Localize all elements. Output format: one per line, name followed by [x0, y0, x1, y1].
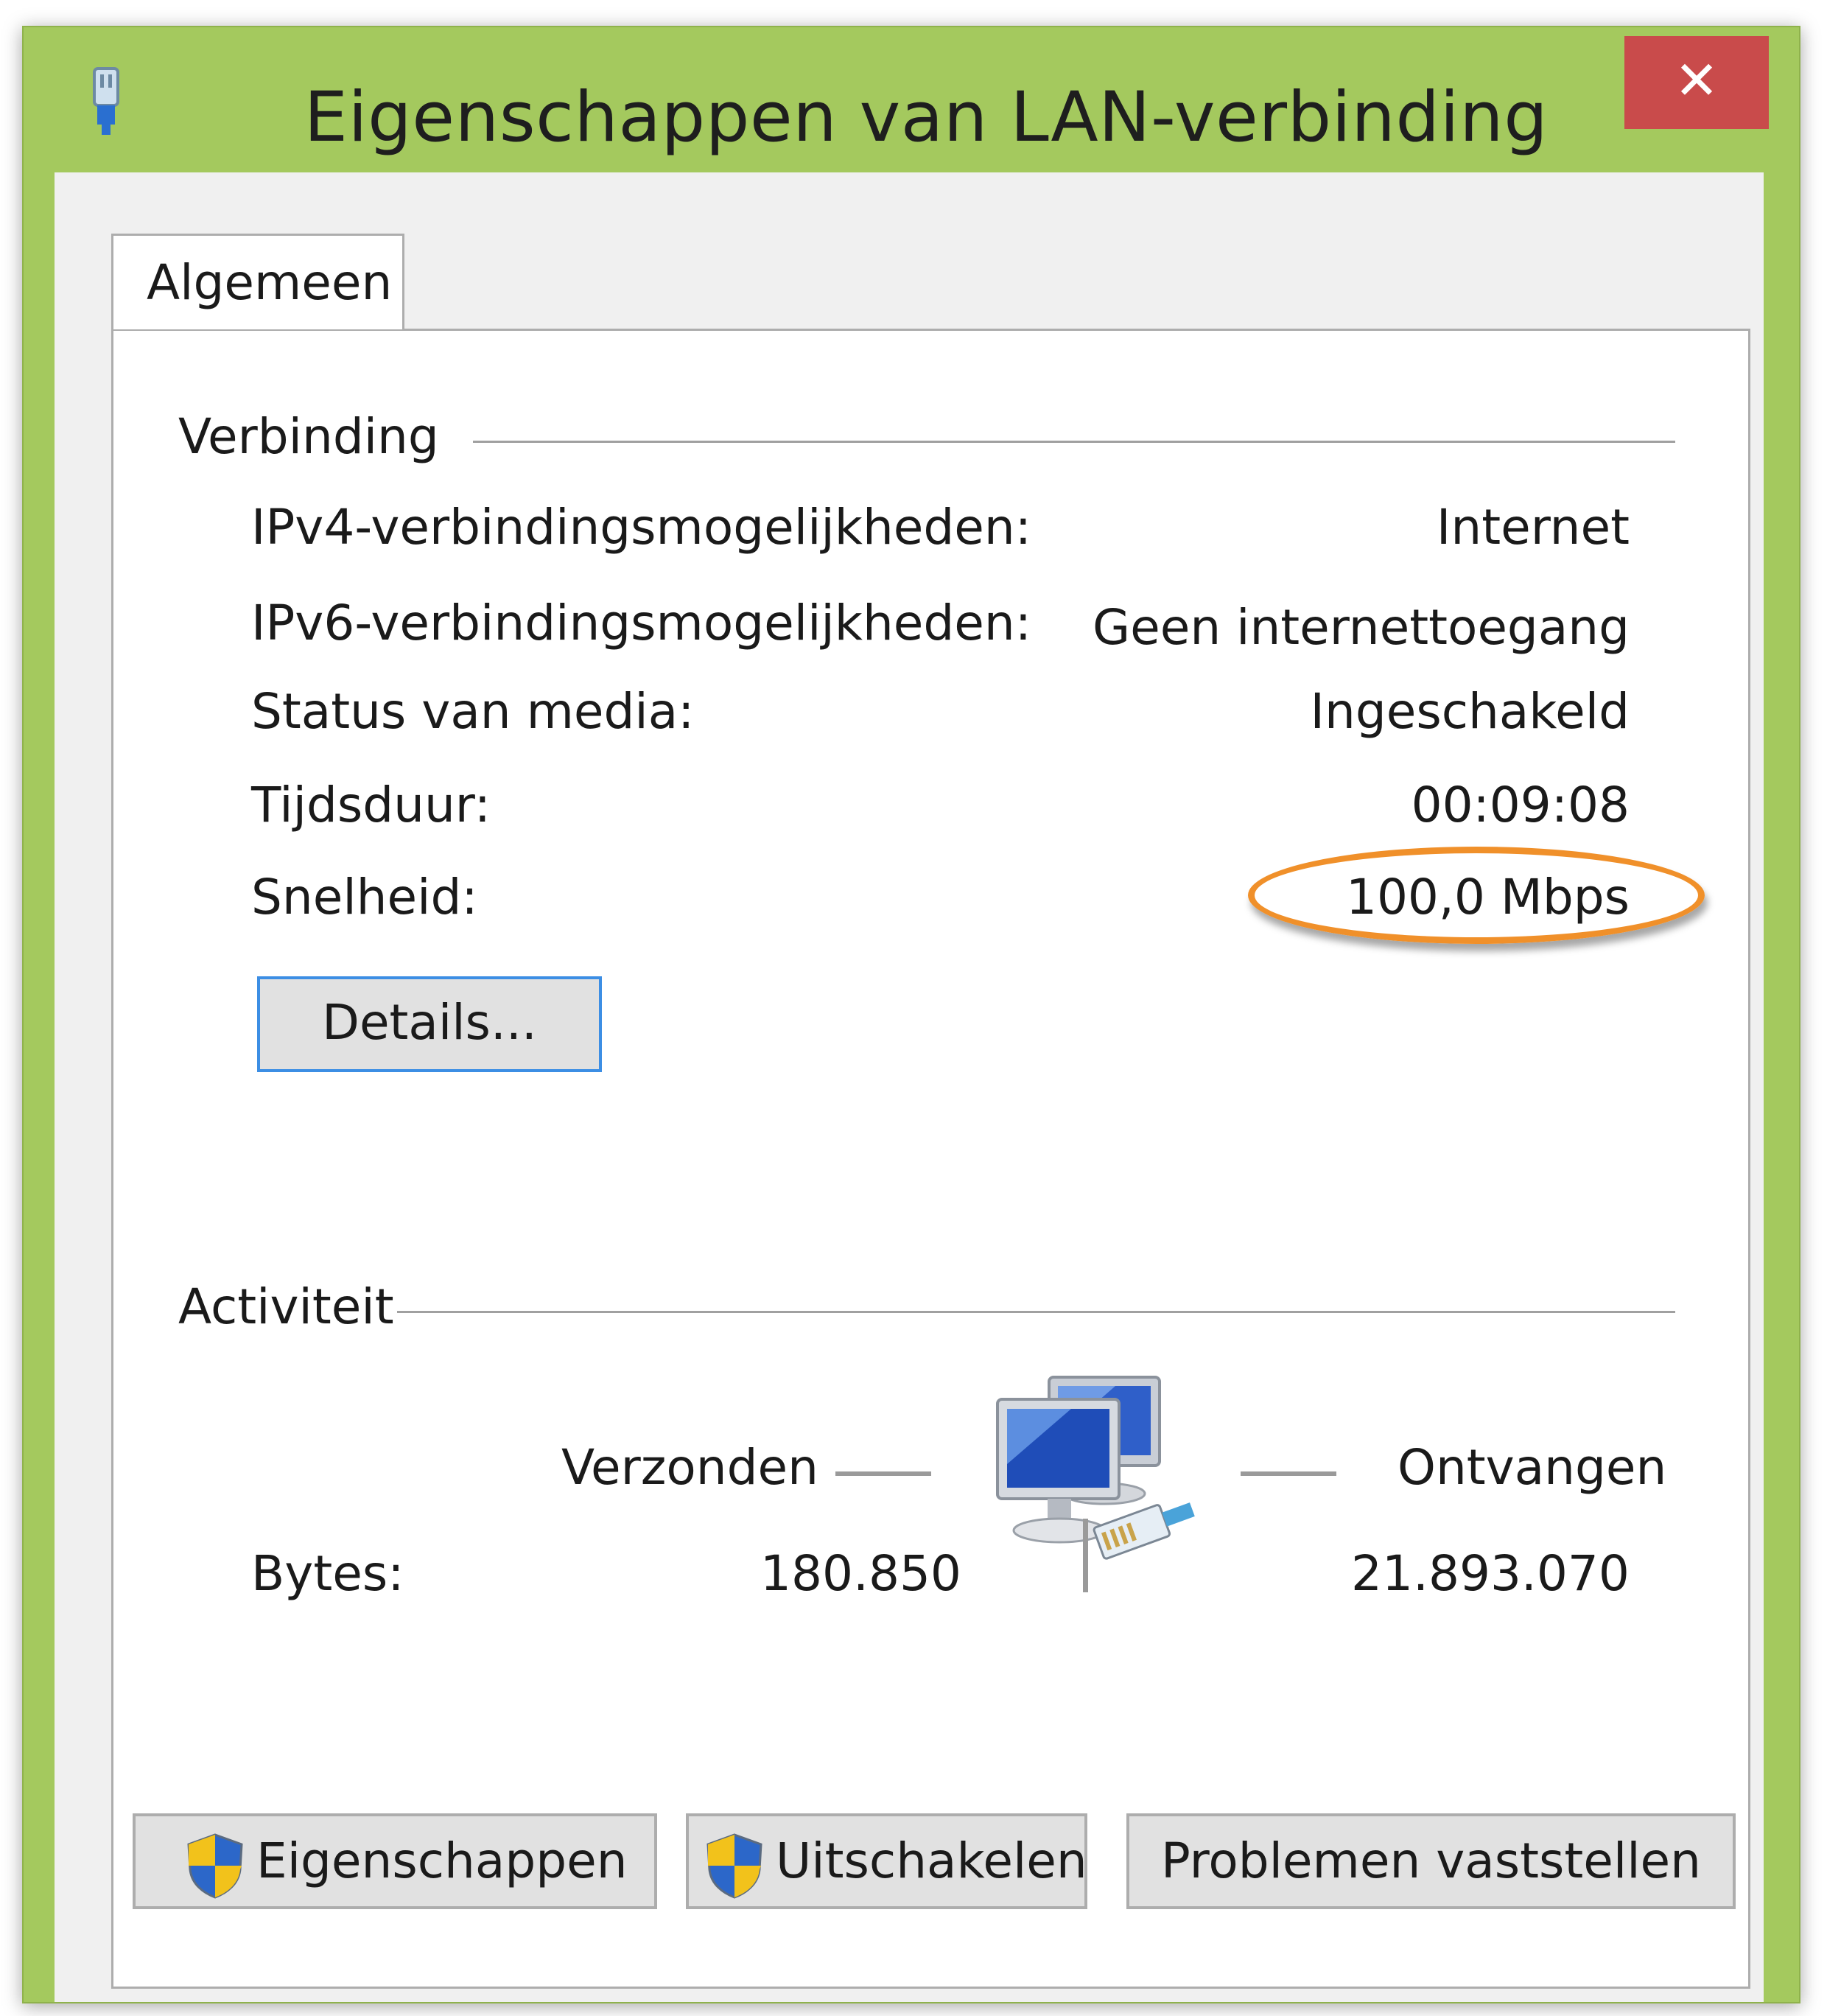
close-button[interactable]: ✕ — [1624, 36, 1769, 129]
disable-button[interactable]: Uitschakelen — [686, 1813, 1087, 1909]
diagnose-button[interactable]: Problemen vaststellen — [1126, 1813, 1736, 1909]
details-button[interactable]: Details... — [257, 976, 602, 1072]
bytes-received-value: 21.893.070 — [1351, 1545, 1630, 1602]
media-status-value: Ingeschakeld — [1310, 683, 1630, 740]
received-connector-line — [1241, 1471, 1336, 1476]
window-title: Eigenschappen van LAN-verbinding — [304, 77, 1549, 158]
duration-label: Tijdsduur: — [251, 777, 491, 833]
ipv4-value: Internet — [1436, 499, 1630, 556]
screen: Eigenschappen van LAN-verbinding ✕ Algem… — [0, 0, 1827, 2016]
diagnose-button-label: Problemen vaststellen — [1161, 1833, 1701, 1889]
activity-group-title: Activiteit — [178, 1278, 397, 1335]
bytes-sent-value: 180.850 — [760, 1545, 961, 1602]
disable-button-label: Uitschakelen — [776, 1833, 1087, 1889]
duration-value: 00:09:08 — [1411, 777, 1630, 833]
bytes-divider — [1083, 1519, 1088, 1592]
uac-shield-icon — [706, 1833, 762, 1899]
network-computers-icon — [996, 1376, 1195, 1560]
ipv4-label: IPv4-verbindingsmogelijkheden: — [251, 499, 1031, 556]
media-status-label: Status van media: — [251, 683, 695, 740]
connection-group-line — [473, 441, 1675, 443]
dialog-client-area: Algemeen Verbinding IPv4-verbindingsmoge… — [55, 172, 1764, 2002]
properties-button-label: Eigenschappen — [256, 1833, 628, 1889]
sent-label: Verzonden — [561, 1439, 818, 1496]
activity-group-line — [382, 1311, 1675, 1313]
connection-group-title: Verbinding — [178, 408, 454, 465]
title-bar[interactable]: Eigenschappen van LAN-verbinding ✕ — [24, 27, 1799, 171]
received-label: Ontvangen — [1398, 1439, 1667, 1496]
dialog-window: Eigenschappen van LAN-verbinding ✕ Algem… — [22, 26, 1800, 2003]
speed-highlight-annotation — [1248, 847, 1705, 944]
sent-connector-line — [835, 1471, 931, 1476]
ipv6-label: IPv6-verbindingsmogelijkheden: — [251, 595, 1031, 651]
bytes-label: Bytes: — [251, 1545, 404, 1602]
properties-button[interactable]: Eigenschappen — [133, 1813, 657, 1909]
ipv6-value: Geen internettoegang — [1092, 599, 1630, 656]
uac-shield-icon — [187, 1833, 243, 1899]
tab-panel-general: Verbinding IPv4-verbindingsmogelijkheden… — [111, 329, 1750, 1989]
tab-algemeen[interactable]: Algemeen — [111, 234, 404, 329]
speed-label: Snelheid: — [251, 869, 478, 925]
